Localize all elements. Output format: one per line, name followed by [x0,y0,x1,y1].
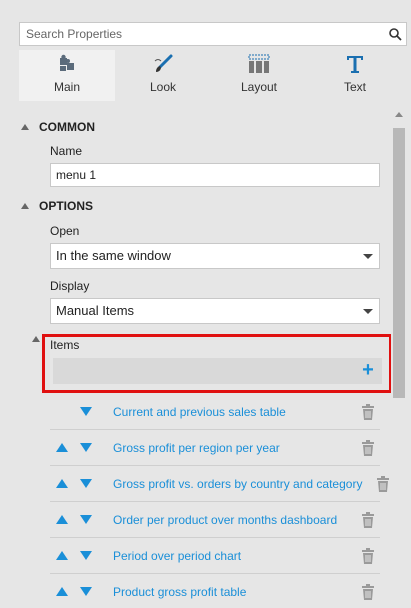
text-icon [344,52,366,76]
name-label: Name [50,144,83,158]
move-up-button[interactable] [50,551,74,560]
tab-layout-label: Layout [240,80,278,94]
open-label: Open [50,224,80,238]
trash-icon[interactable] [361,584,375,600]
move-down-button[interactable] [74,443,98,452]
move-down-button[interactable] [74,551,98,560]
arrow-down-icon [80,515,92,524]
move-down-button[interactable] [74,479,98,488]
arrow-down-icon [80,479,92,488]
move-down-button[interactable] [74,515,98,524]
name-field[interactable]: menu 1 [50,163,380,187]
item-link[interactable]: Period over period chart [113,549,241,563]
arrow-down-icon [80,551,92,560]
display-select[interactable]: Manual Items [50,298,380,324]
display-select-value: Manual Items [56,303,135,318]
scrollbar[interactable] [391,108,407,608]
property-tabs: Main Look Layout Text [19,50,407,102]
trash-icon[interactable] [376,476,390,492]
list-item: Current and previous sales table [50,394,380,430]
trash-icon[interactable] [361,404,375,420]
items-highlight-box: Items + [42,334,391,393]
open-select[interactable]: In the same window [50,243,380,269]
search-box [19,22,407,46]
display-label: Display [50,279,90,293]
collapse-triangle-icon [21,124,29,130]
tab-text[interactable]: Text [307,50,403,101]
scroll-up-icon[interactable] [395,112,403,117]
layout-icon [247,52,271,76]
item-link[interactable]: Order per product over months dashboard [113,513,337,527]
chevron-down-icon [363,309,373,314]
trash-icon[interactable] [361,548,375,564]
collapse-triangle-icon [21,203,29,209]
item-link[interactable]: Product gross profit table [113,585,246,599]
add-item-button[interactable]: + [358,360,378,380]
puzzle-icon [56,52,78,76]
move-up-button[interactable] [50,587,74,596]
chevron-down-icon [363,254,373,259]
arrow-up-icon [56,443,68,452]
list-item: Gross profit per region per year [50,430,380,466]
arrow-down-icon [80,587,92,596]
brush-icon [152,52,174,76]
list-item: Product gross profit table [50,574,380,608]
open-select-value: In the same window [56,248,171,263]
arrow-up-icon [56,479,68,488]
search-input[interactable] [20,23,384,45]
tab-look[interactable]: Look [115,50,211,101]
arrow-up-icon [56,515,68,524]
list-item: Gross profit vs. orders by country and c… [50,466,380,502]
items-add-bar: + [53,358,382,384]
list-item: Order per product over months dashboard [50,502,380,538]
properties-panel: COMMON Name menu 1 OPTIONS Open In the s… [19,108,391,608]
trash-icon[interactable] [361,512,375,528]
section-options-title: OPTIONS [39,199,94,213]
item-link[interactable]: Gross profit per region per year [113,441,280,455]
move-down-button[interactable] [74,407,98,416]
section-common-title: COMMON [39,120,95,134]
move-up-button[interactable] [50,479,74,488]
section-common[interactable]: COMMON [19,118,95,136]
arrow-up-icon [56,587,68,596]
items-label: Items [50,338,80,352]
collapse-triangle-icon [32,336,40,342]
tab-main[interactable]: Main [19,50,115,101]
move-up-button[interactable] [50,515,74,524]
move-up-button[interactable] [50,443,74,452]
section-options[interactable]: OPTIONS [19,197,93,215]
scrollbar-thumb[interactable] [393,128,405,398]
tab-look-label: Look [149,80,177,94]
tab-main-label: Main [53,80,80,94]
item-link[interactable]: Current and previous sales table [113,405,286,419]
tab-layout[interactable]: Layout [211,50,307,101]
move-down-button[interactable] [74,587,98,596]
list-item: Period over period chart [50,538,380,574]
arrow-down-icon [80,407,92,416]
trash-icon[interactable] [361,440,375,456]
tab-text-label: Text [343,80,366,94]
arrow-up-icon [56,551,68,560]
search-icon[interactable] [384,23,406,45]
item-link[interactable]: Gross profit vs. orders by country and c… [113,477,362,491]
arrow-down-icon [80,443,92,452]
